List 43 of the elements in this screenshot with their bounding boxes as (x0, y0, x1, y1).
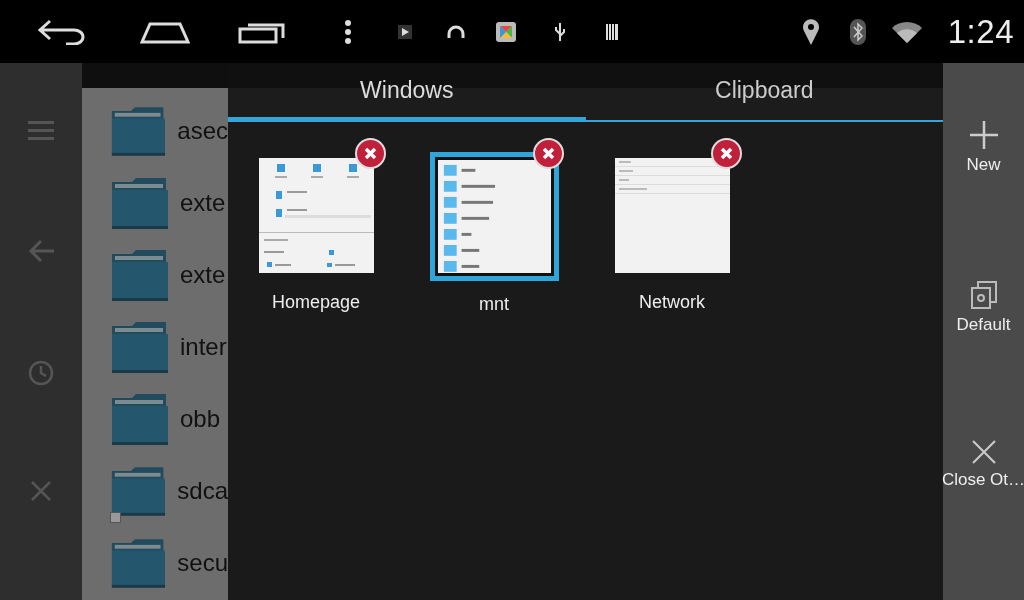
window-title: Homepage (271, 292, 361, 313)
bars-icon[interactable] (606, 23, 618, 40)
usb-icon[interactable] (554, 21, 566, 42)
folder-name: inter (180, 333, 227, 361)
folder-name: asec (177, 117, 228, 145)
location-pin-icon (801, 17, 820, 46)
close-window-button[interactable] (533, 138, 564, 169)
clock-time: 1:24 (947, 12, 1014, 51)
bluetooth-icon (849, 18, 866, 45)
headphones-icon[interactable] (446, 24, 466, 39)
overflow-menu-icon[interactable] (344, 18, 352, 45)
folder-name: exte (180, 261, 226, 289)
action-button[interactable]: Close Ot… (943, 440, 1024, 600)
tab[interactable]: Windows (228, 63, 586, 122)
folder-name: obb (180, 405, 221, 433)
close-icon (542, 147, 555, 160)
folder-icon (110, 176, 168, 230)
gear-pages-icon (970, 280, 997, 309)
folder-icon (110, 104, 166, 158)
folder-name: secu (177, 549, 228, 577)
folder-icon (110, 392, 168, 446)
close-window-button[interactable] (355, 138, 386, 169)
app-icon[interactable] (496, 21, 516, 42)
folder-icon (110, 248, 168, 302)
window-title: mnt (479, 294, 509, 315)
action-button[interactable]: New (943, 121, 1024, 281)
plus-icon (969, 121, 998, 149)
wifi-icon (891, 20, 922, 43)
folder-name: exte (180, 189, 226, 217)
tab[interactable]: Clipboard (585, 63, 943, 122)
close-icon (720, 147, 733, 160)
back-icon[interactable] (36, 18, 86, 45)
folder-icon (110, 320, 168, 374)
folder-icon (110, 536, 166, 590)
folder-name: sdca (177, 477, 228, 505)
folder-icon (110, 464, 166, 518)
action-button[interactable]: Default (943, 280, 1024, 441)
close-window-button[interactable] (711, 138, 742, 169)
close-icon (971, 440, 996, 465)
play-icon[interactable] (398, 24, 412, 39)
window-title: Network (639, 292, 705, 313)
close-icon (364, 147, 377, 160)
window-thumbnail[interactable] (429, 152, 559, 281)
